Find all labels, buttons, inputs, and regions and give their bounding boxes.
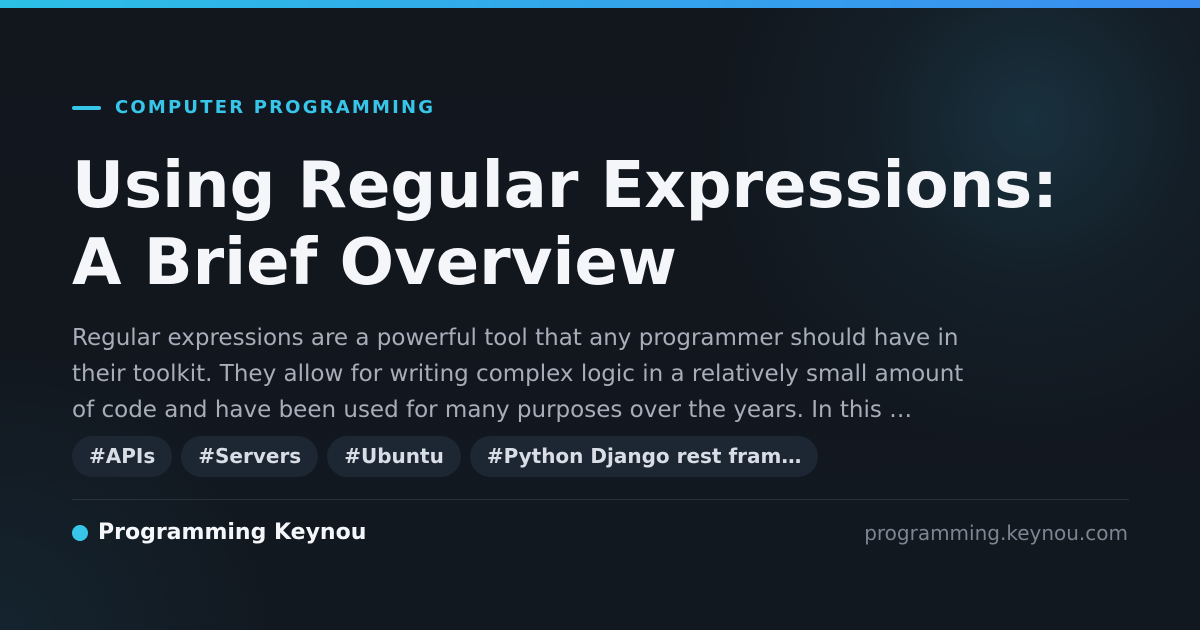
summary-line: Regular expressions are a powerful tool … — [72, 325, 959, 351]
footer-divider — [72, 499, 1129, 500]
title-line: Using Regular Expressions: — [72, 149, 1058, 223]
summary-line: of code and have been used for many purp… — [72, 397, 913, 423]
brand-dot-icon — [72, 525, 88, 541]
summary-line: their toolkit. They allow for writing co… — [72, 361, 964, 387]
category-row: COMPUTER PROGRAMMING — [72, 96, 435, 120]
tag-servers: #Servers — [181, 436, 319, 477]
tag-apis: #APIs — [72, 436, 173, 477]
site-name: Programming Keynou — [98, 520, 367, 545]
tag-ubuntu: #Ubuntu — [327, 436, 461, 477]
site-domain: programming.keynou.com — [864, 521, 1128, 545]
accent-top-bar — [0, 0, 1200, 8]
tag-python-django: #Python Django rest fram… — [469, 436, 819, 477]
category-dash-icon — [72, 106, 101, 110]
title-line: A Brief Overview — [72, 226, 677, 300]
site-brand: Programming Keynou — [72, 518, 366, 548]
article-summary: Regular expressions are a powerful tool … — [72, 320, 1152, 428]
tag-list: #APIs #Servers #Ubuntu #Python Django re… — [72, 436, 827, 477]
article-title: Using Regular Expressions: A Brief Overv… — [72, 148, 1152, 302]
social-preview-card: COMPUTER PROGRAMMING Using Regular Expre… — [0, 0, 1200, 630]
category-label: COMPUTER PROGRAMMING — [115, 97, 436, 118]
